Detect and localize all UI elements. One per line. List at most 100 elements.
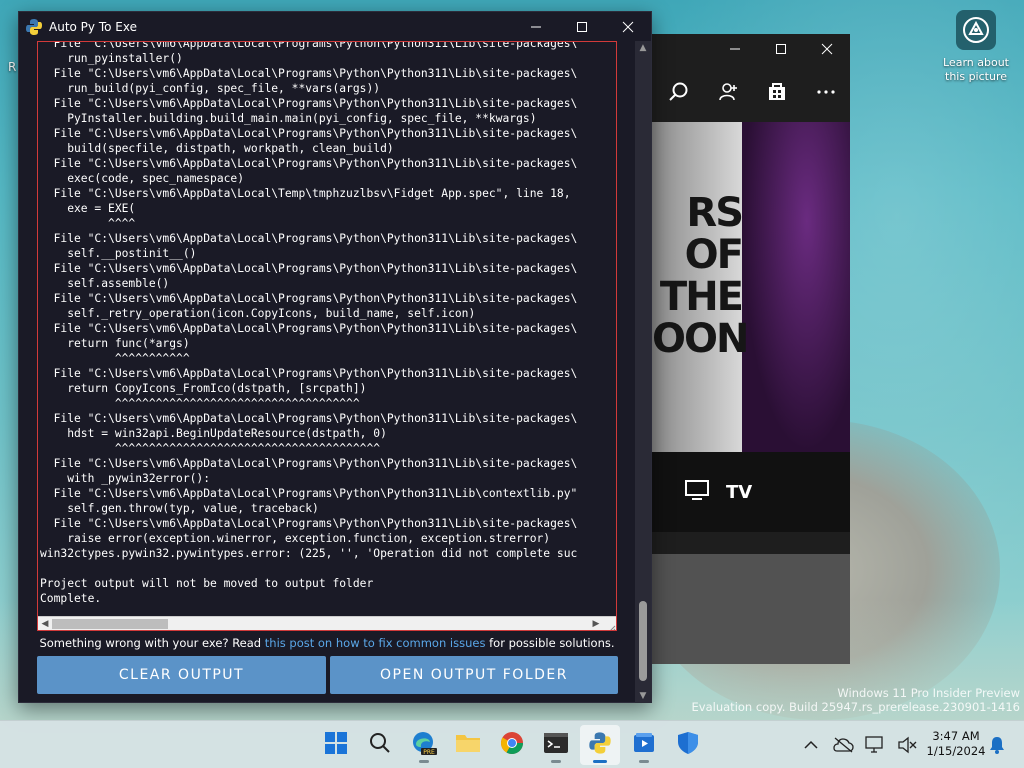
learn-about-picture-shortcut[interactable]: Learn about this picture (940, 10, 1012, 84)
horizontal-scroll-thumb[interactable] (52, 619, 168, 629)
background-titlebar (640, 34, 850, 64)
shortcut-label-line1: Learn about (943, 56, 1009, 69)
network-icon[interactable] (864, 734, 886, 756)
evaluation-watermark: Windows 11 Pro Insider Preview Evaluatio… (692, 686, 1020, 714)
chrome-icon (500, 731, 524, 759)
vertical-scrollbar[interactable]: ▲ ▼ (635, 41, 651, 703)
python-app-button[interactable] (580, 725, 620, 765)
open-output-folder-button[interactable]: OPEN OUTPUT FOLDER (330, 656, 618, 694)
background-store-window[interactable]: RS OF THE OON TV (640, 34, 850, 664)
account-icon[interactable] (713, 77, 743, 107)
chevron-up-icon[interactable] (800, 734, 822, 756)
file-explorer-button[interactable] (448, 725, 488, 765)
search-icon (369, 732, 391, 758)
windows-logo-icon (325, 732, 347, 758)
taskbar: PRE 3:47 AM 1/15/2024 (0, 720, 1024, 768)
console-line: File "C:\Users\vm6\AppData\Local\Program… (40, 97, 578, 110)
taskbar-apps: PRE (316, 725, 708, 765)
clock-time: 3:47 AM (932, 729, 980, 743)
console-line: File "C:\Users\vm6\AppData\Local\Program… (40, 232, 578, 245)
system-tray (800, 725, 918, 765)
background-toolbar (640, 64, 850, 120)
more-options-icon[interactable] (811, 77, 841, 107)
close-button[interactable] (804, 34, 850, 64)
terminal-icon (544, 733, 568, 757)
start-button[interactable] (316, 725, 356, 765)
taskbar-clock[interactable]: 3:47 AM 1/15/2024 (920, 729, 992, 759)
help-message: Something wrong with your exe? Read this… (37, 636, 617, 650)
cloud-offline-icon[interactable] (832, 734, 854, 756)
auto-py-to-exe-window[interactable]: Auto Py To Exe File "C:\Users\vm6\AppDat… (18, 11, 652, 703)
camera-location-icon (956, 10, 996, 50)
windows-security-button[interactable] (668, 725, 708, 765)
console-line: File "C:\Users\vm6\AppData\Local\Program… (40, 292, 578, 305)
console-line: File "C:\Users\vm6\AppData\Local\Program… (40, 262, 578, 275)
console-line: return CopyIcons_FromIco(dstpath, [srcpa… (40, 382, 367, 395)
tv-label: TV (726, 481, 753, 503)
library-icon[interactable] (762, 77, 792, 107)
console-line: File "C:\Users\vm6\AppData\Local\Program… (40, 412, 578, 425)
tv-category[interactable]: TV (652, 452, 850, 532)
banner-right-panel (742, 122, 850, 452)
media-player-button[interactable] (624, 725, 664, 765)
console-line: Project output will not be moved to outp… (40, 577, 374, 590)
close-button[interactable] (605, 12, 651, 41)
console-line: File "C:\Users\vm6\AppData\Local\Program… (40, 322, 578, 335)
scroll-right-arrow-icon[interactable]: ▶ (590, 618, 602, 630)
console-line: File "C:\Users\vm6\AppData\Local\Program… (40, 67, 578, 80)
console-line: File "C:\Users\vm6\AppData\Local\Program… (40, 367, 578, 380)
scroll-up-arrow-icon[interactable]: ▲ (635, 41, 651, 55)
vertical-scroll-thumb[interactable] (639, 601, 647, 681)
banner-title-text: RS OF THE OON (652, 190, 749, 362)
maximize-button[interactable] (559, 12, 605, 41)
content-tile-inner (652, 554, 850, 664)
search-button[interactable] (360, 725, 400, 765)
notification-bell-icon[interactable] (988, 735, 1008, 755)
scroll-down-arrow-icon[interactable]: ▼ (635, 689, 651, 703)
search-icon[interactable] (664, 77, 694, 107)
console-output-text[interactable]: File "C:\Users\vm6\AppData\Local\Program… (40, 42, 616, 612)
console-line: with _pywin32error(): (40, 472, 211, 485)
terminal-button[interactable] (536, 725, 576, 765)
running-indicator (419, 760, 429, 763)
output-console[interactable]: File "C:\Users\vm6\AppData\Local\Program… (37, 41, 617, 631)
help-prefix: Something wrong with your exe? Read (39, 636, 265, 650)
minimize-button[interactable] (513, 12, 559, 41)
console-line: ^^^^^^^^^^^ (40, 352, 190, 365)
console-line: build(specfile, distpath, workpath, clea… (40, 142, 394, 155)
window-title: Auto Py To Exe (49, 19, 137, 34)
console-line: ^^^^^^^^^^^^^^^^^^^^^^^^^^^^^^^^^^^^ (40, 397, 360, 410)
console-line: File "C:\Users\vm6\AppData\Local\Program… (40, 517, 578, 530)
console-line: self.gen.throw(typ, value, traceback) (40, 502, 319, 515)
edge-pre-badge: PRE (423, 749, 435, 756)
minimize-button[interactable] (712, 34, 758, 64)
content-tile[interactable] (652, 554, 850, 664)
chrome-button[interactable] (492, 725, 532, 765)
fix-common-issues-link[interactable]: this post on how to fix common issues (265, 636, 486, 650)
active-indicator (593, 760, 607, 763)
tv-icon (684, 479, 710, 506)
maximize-button[interactable] (758, 34, 804, 64)
console-line: run_build(pyi_config, spec_file, **vars(… (40, 82, 381, 95)
clear-output-button[interactable]: CLEAR OUTPUT (37, 656, 326, 694)
running-indicator (639, 760, 649, 763)
python-logo-icon (588, 731, 612, 759)
console-line: exe = EXE( (40, 202, 136, 215)
edge-canary-button[interactable]: PRE (404, 725, 444, 765)
console-line: File "C:\Users\vm6\AppData\Local\Program… (40, 487, 578, 500)
console-line: run_pyinstaller() (40, 52, 183, 65)
app-titlebar[interactable]: Auto Py To Exe (19, 12, 651, 41)
scroll-left-arrow-icon[interactable]: ◀ (39, 618, 51, 630)
clock-date: 1/15/2024 (926, 744, 986, 758)
console-line: win32ctypes.pywin32.pywintypes.error: (2… (40, 547, 578, 560)
horizontal-scrollbar[interactable]: ◀ ▶ (38, 616, 616, 630)
folder-icon (455, 732, 481, 758)
help-suffix: for possible solutions. (485, 636, 615, 650)
console-line: exec(code, spec_namespace) (40, 172, 245, 185)
console-line: File "C:\Users\vm6\AppData\Local\Program… (40, 457, 578, 470)
volume-muted-icon[interactable] (896, 734, 918, 756)
resize-grip-icon[interactable] (606, 619, 616, 630)
console-line: ^^^^ (40, 217, 136, 230)
featured-banner[interactable]: RS OF THE OON (652, 122, 850, 452)
